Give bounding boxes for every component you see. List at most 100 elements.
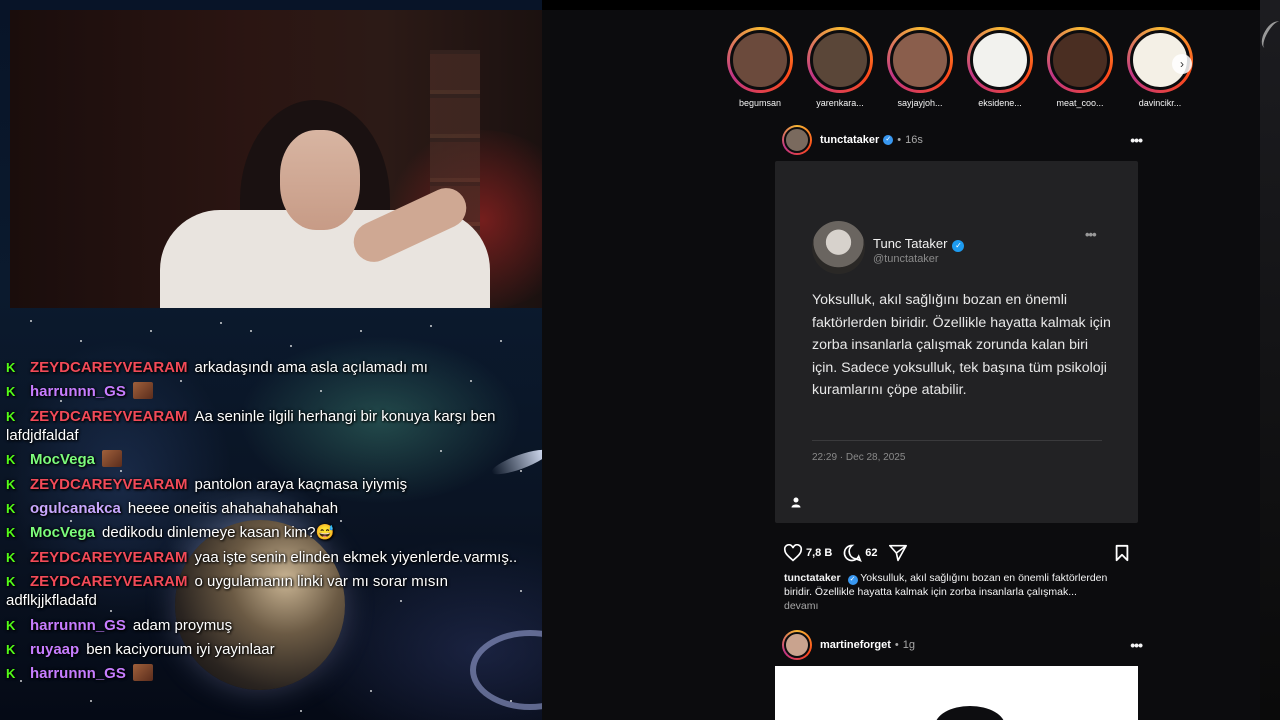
chat-message: K ZEYDCAREYVEARAM Aa seninle ilgili herhan…: [6, 407, 536, 445]
story-avatar: [890, 30, 950, 90]
chat-text: adam proymuş: [132, 616, 233, 634]
post-image-tweet[interactable]: Tunc Tataker ✓ @tunctataker ••• Yoksulluk…: [775, 161, 1138, 523]
chat-username[interactable]: harrunnn_GS: [30, 665, 126, 682]
chat-username[interactable]: ZEYDCAREYVEARAM: [30, 549, 188, 566]
story-ring: [967, 27, 1033, 93]
chat-username[interactable]: MocVega: [30, 524, 95, 541]
story-item[interactable]: meat_coo...: [1040, 27, 1120, 108]
story-ring: [887, 27, 953, 93]
chat-text: ben kaciyoruum iyi yayinlaar: [86, 640, 275, 658]
chat-message: K ZEYDCAREYVEARAM pantolon araya kaçmasa i…: [6, 475, 536, 494]
post-time[interactable]: 16s: [905, 134, 923, 146]
chat-message: K MocVega dedikodu dinlemeye kasan kim?😅: [6, 523, 536, 542]
post-avatar[interactable]: [782, 125, 812, 155]
verified-badge-icon: ✓: [883, 135, 894, 145]
chat-text: arkadaşındı ama asla açılamadı mı: [194, 359, 428, 376]
tweet-date: 22:29 · Dec 28, 2025: [812, 452, 906, 463]
webcam-streamer-face: [280, 130, 360, 230]
kick-badge-icon: K: [6, 360, 16, 375]
post-action-bar: 7,8 B 62: [783, 541, 1130, 565]
caption-verified-icon: ✓: [847, 575, 858, 585]
chat-message: K MocVega: [6, 450, 536, 469]
chat-message: Kharrunnn_GS adam proymuş: [6, 616, 536, 635]
chevron-right-icon[interactable]: ›: [1172, 54, 1192, 74]
more-options-icon[interactable]: •••: [1130, 132, 1143, 148]
star-decoration: [250, 330, 252, 332]
caption-username[interactable]: tunctataker: [784, 572, 841, 584]
tweet-more-icon: •••: [1085, 227, 1097, 242]
star-decoration: [290, 345, 292, 347]
chat-username[interactable]: MocVega: [30, 451, 95, 468]
kick-badge-icon: K: [6, 549, 16, 565]
star-decoration: [30, 320, 32, 322]
chat-username[interactable]: ZEYDCAREYVEARAM: [30, 476, 188, 493]
tweet-author-name: Tunc Tataker ✓: [873, 236, 965, 252]
kick-badge-icon: K: [6, 452, 16, 468]
chat-text: dedikodu dinlemeye kasan kim?😅: [102, 524, 335, 542]
next-post-time[interactable]: 1g: [903, 639, 915, 651]
kick-badge-icon: K: [6, 641, 16, 657]
story-username: davincikr...: [1138, 98, 1182, 108]
story-item[interactable]: begumsan: [720, 27, 800, 108]
story-username: yarenkara...: [816, 98, 864, 108]
post-caption: tunctataker ✓ Yoksulluk, akıl sağlığını …: [784, 571, 1129, 599]
chat-message: Kogulcanakca heeee oneitis ahahahahahahah: [6, 499, 536, 518]
tagged-user-icon[interactable]: [790, 496, 802, 508]
chat-emote-icon: [132, 664, 153, 682]
story-username: eksidene...: [978, 98, 1022, 108]
tweet-handle: @tunctataker: [873, 253, 939, 265]
chat-text: yaa işte senin elinden ekmek yiyenlerde …: [194, 548, 518, 566]
like-heart-icon[interactable]: [783, 544, 803, 562]
more-options-icon[interactable]: •••: [1130, 637, 1143, 653]
kick-badge-icon: K: [6, 408, 16, 424]
next-post-username[interactable]: martineforget: [820, 639, 891, 651]
bookmark-icon[interactable]: [1114, 544, 1130, 562]
chat-message: K ZEYDCAREYVEARAM arkadaşındı ama asla açı…: [6, 358, 536, 377]
chat-text: pantolon araya kaçmasa iyiymiş: [194, 475, 408, 493]
chat-message: K ZEYDCAREYVEARAM yaa işte senin elinden e…: [6, 548, 536, 567]
story-avatar: [970, 30, 1030, 90]
kick-badge-icon: K: [6, 617, 16, 633]
comment-count[interactable]: 62: [865, 547, 877, 559]
window-edge: [1260, 0, 1280, 720]
chat-message: Kruyaap ben kaciyoruum iyi yayinlaar: [6, 640, 536, 659]
caption-more-link[interactable]: devamı: [784, 600, 818, 612]
story-ring: [1047, 27, 1113, 93]
chat-log: K ZEYDCAREYVEARAM arkadaşındı ama asla açı…: [6, 358, 536, 689]
kick-badge-icon: K: [6, 666, 16, 682]
story-avatar: [810, 30, 870, 90]
tweet-divider: [812, 440, 1102, 441]
star-decoration: [80, 340, 82, 342]
chat-username[interactable]: harrunnn_GS: [30, 617, 126, 634]
chat-message: Kharrunnn_GS: [6, 664, 536, 683]
like-count[interactable]: 7,8 B: [806, 547, 832, 559]
story-ring: [807, 27, 873, 93]
next-post-avatar[interactable]: [782, 630, 812, 660]
chat-username[interactable]: ZEYDCAREYVEARAM: [30, 408, 188, 425]
star-decoration: [300, 710, 302, 712]
chat-username[interactable]: ruyaap: [30, 641, 79, 658]
chat-emote-icon: [102, 450, 123, 468]
comment-icon[interactable]: [842, 543, 863, 563]
next-post-header: martineforget • 1g •••: [782, 630, 1143, 660]
star-decoration: [430, 325, 432, 327]
star-decoration: [360, 330, 362, 332]
feed-frame: begumsan yarenkara... sayjayjoh... eksidene…: [542, 10, 1260, 720]
story-item[interactable]: eksidene...: [960, 27, 1040, 108]
post-username[interactable]: tunctataker: [820, 134, 879, 146]
star-decoration: [370, 690, 372, 692]
next-post-image[interactable]: [775, 666, 1138, 720]
tweet-text: Yoksulluk, akıl sağlığını bozan en öneml…: [812, 292, 1111, 398]
chat-message: K ZEYDCAREYVEARAM o uygulamanın linki var …: [6, 572, 536, 610]
chat-username[interactable]: harrunnn_GS: [30, 383, 126, 400]
chat-username[interactable]: ogulcanakca: [30, 500, 121, 517]
share-icon[interactable]: [888, 544, 908, 562]
story-ring: [727, 27, 793, 93]
story-item[interactable]: sayjayjoh...: [880, 27, 960, 108]
chat-username[interactable]: ZEYDCAREYVEARAM: [30, 359, 188, 376]
tweet-author-name-text: Tunc Tataker: [873, 236, 948, 251]
kick-badge-icon: K: [6, 525, 16, 541]
story-item[interactable]: yarenkara...: [800, 27, 880, 108]
star-decoration: [90, 700, 92, 702]
chat-username[interactable]: ZEYDCAREYVEARAM: [30, 573, 188, 590]
